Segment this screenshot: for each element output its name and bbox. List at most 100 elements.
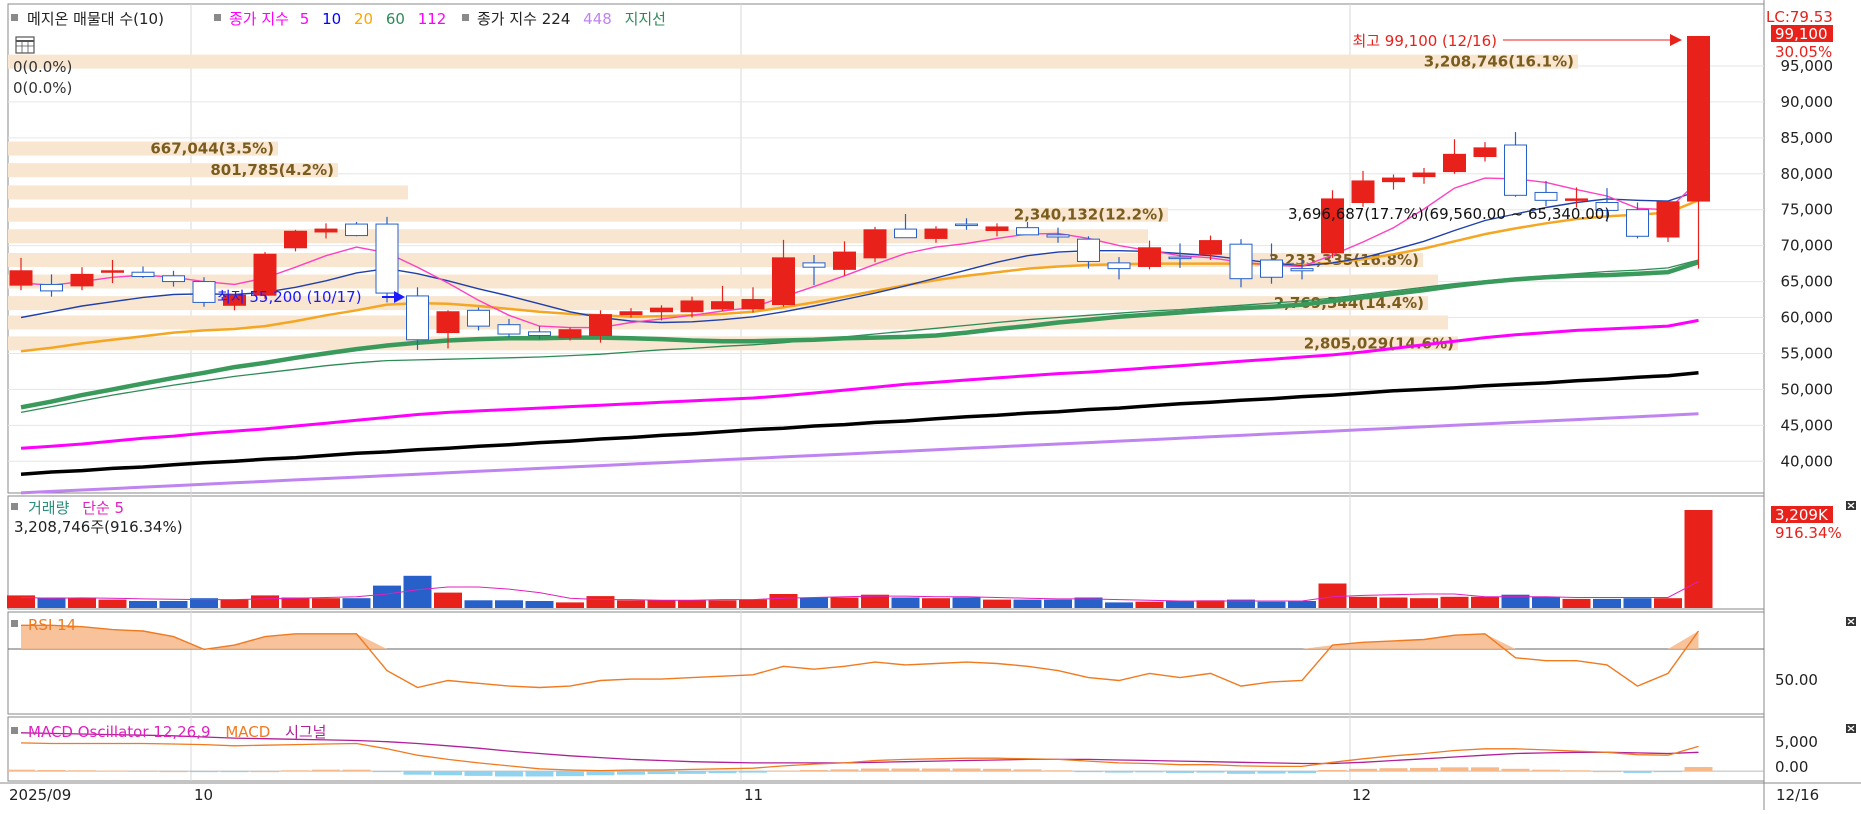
candle-body-32 <box>985 226 1009 232</box>
candle-body-31 <box>955 223 978 227</box>
macd-osc-bar-46 <box>1410 767 1438 772</box>
volume-bar-7 <box>220 599 249 608</box>
chart-canvas[interactable]: 3,208,746(16.1%) 667,044(3.5%) 801,785(4.2… <box>0 0 1861 810</box>
volume-bar-30 <box>922 598 950 608</box>
volume-bar-32 <box>983 599 1011 608</box>
candle-body-28 <box>863 229 887 259</box>
price-tick-6: 70,000 <box>1781 237 1834 255</box>
volume-bar-33 <box>1013 599 1042 608</box>
macd-line-legend: MACD <box>225 723 270 741</box>
volume-profile-bar-1 <box>8 315 1448 330</box>
volume-bar-24 <box>739 599 767 608</box>
candle-body-25 <box>772 257 795 306</box>
volume-bar-34 <box>1044 599 1072 608</box>
volume-ma-legend: 단순 5 <box>82 499 124 517</box>
volume-bar-18 <box>556 602 584 608</box>
volume-bar-25 <box>769 594 798 608</box>
price-tick-9: 85,000 <box>1781 129 1834 147</box>
macd-osc-bar-33 <box>1013 769 1042 772</box>
macd-close-icon[interactable] <box>1846 724 1856 733</box>
candle-body-24 <box>741 299 765 310</box>
rsi-legend[interactable]: RSI 14 <box>28 616 76 634</box>
volume-close-icon[interactable] <box>1846 501 1856 510</box>
volume-bar-42 <box>1288 601 1316 608</box>
zero-label-1: 0(0.0%) <box>13 58 72 76</box>
ma-legend-10: 10 <box>322 10 341 28</box>
candle-body-0 <box>9 270 33 286</box>
candle-body-13 <box>406 295 429 341</box>
macd-osc-bar-10 <box>312 769 340 772</box>
macd-osc-bar-49 <box>1501 768 1530 772</box>
candle-body-12 <box>375 223 399 294</box>
macd-osc-bar-38 <box>1166 771 1194 773</box>
macd-osc-bar-27 <box>830 769 859 772</box>
macd-osc-bar-55 <box>1684 767 1713 772</box>
volume-profile-bar-7 <box>8 185 408 200</box>
candle-body-23 <box>711 301 734 310</box>
candle-body-1 <box>40 283 63 292</box>
volume-bar-11 <box>342 598 371 608</box>
indicator-title[interactable]: 메지온 매물대 수(10) <box>27 10 164 28</box>
candle-body-14 <box>436 311 460 334</box>
price-tick-2: 50,000 <box>1781 380 1834 398</box>
calendar-icon[interactable] <box>15 36 35 54</box>
macd-osc-bar-4 <box>129 770 157 772</box>
macd-osc-bar-51 <box>1562 770 1591 772</box>
candle-body-46 <box>1412 172 1436 178</box>
date-label-oct: 10 <box>194 786 213 804</box>
candle-body-33 <box>1016 227 1039 236</box>
candle-body-9 <box>284 230 307 249</box>
candle-body-27 <box>833 251 856 270</box>
volume-toggle-icon[interactable] <box>11 503 18 510</box>
ma-toggle-icon[interactable] <box>214 14 221 21</box>
volume-bar-21 <box>647 600 676 608</box>
candle-body-34 <box>1046 234 1070 238</box>
macd-osc-bar-19 <box>586 771 615 776</box>
candle-body-4 <box>131 271 155 278</box>
macd-osc-bar-41 <box>1257 771 1286 774</box>
macd-tick-5000: 5,000 <box>1775 733 1818 751</box>
macd-osc-bar-53 <box>1623 771 1652 773</box>
rsi-toggle-icon[interactable] <box>11 620 18 627</box>
volume-bar-13 <box>403 575 432 608</box>
volume-bar-16 <box>495 600 523 608</box>
candle-body-35 <box>1077 238 1100 262</box>
candle-body-10 <box>314 228 338 233</box>
zero-label-2: 0(0.0%) <box>13 79 72 97</box>
macd-toggle-icon[interactable] <box>11 727 18 734</box>
candle-body-5 <box>162 275 185 283</box>
macd-osc-bar-17 <box>525 771 554 777</box>
ma2-toggle-icon[interactable] <box>462 14 469 21</box>
rsi-close-icon[interactable] <box>1846 617 1856 626</box>
macd-osc-bar-52 <box>1593 771 1621 773</box>
macd-signal-legend: 시그널 <box>285 723 326 741</box>
price-tick-4: 60,000 <box>1781 309 1834 327</box>
macd-osc-bar-39 <box>1196 771 1225 773</box>
volume-bar-3 <box>98 599 127 608</box>
candle-body-2 <box>70 273 94 287</box>
candle-body-18 <box>558 329 582 339</box>
macd-osc-bar-23 <box>708 771 737 774</box>
macd-osc-bar-48 <box>1471 767 1499 772</box>
volume-bar-52 <box>1593 598 1621 608</box>
candle-body-11 <box>345 223 368 237</box>
macd-osc-bar-30 <box>922 768 950 772</box>
macd-osc-bar-1 <box>37 769 66 772</box>
ma-legend-label: 종가 지수 <box>229 10 289 28</box>
macd-osc-bar-12 <box>373 771 401 773</box>
candle-body-3 <box>101 270 124 273</box>
ma2-legend[interactable]: 종가 지수 224 448 지지선 <box>477 10 666 28</box>
price-tick-10: 90,000 <box>1781 93 1834 111</box>
price-tick-7: 75,000 <box>1781 201 1834 219</box>
macd-osc-bar-50 <box>1532 769 1560 772</box>
last-price-change-badge: 30.05% <box>1775 43 1832 61</box>
candle-body-26 <box>802 262 826 268</box>
price-tick-5: 65,000 <box>1781 273 1834 291</box>
macd-osc-bar-3 <box>98 770 127 772</box>
candle-body-22 <box>680 300 704 313</box>
volume-profile-label-2: 801,785(4.2%) <box>210 161 334 179</box>
legend-toggle-icon[interactable] <box>11 14 18 21</box>
volume-bar-27 <box>830 597 859 608</box>
candle-body-21 <box>650 307 673 313</box>
macd-osc-bar-43 <box>1318 769 1347 772</box>
